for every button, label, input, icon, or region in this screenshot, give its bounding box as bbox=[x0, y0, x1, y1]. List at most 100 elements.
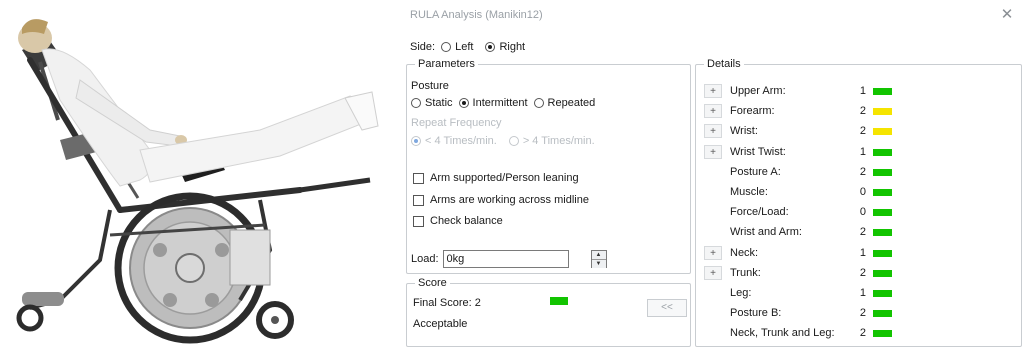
details-row-value: 1 bbox=[859, 287, 866, 299]
expand-button[interactable]: + bbox=[704, 84, 722, 98]
checkbox-icon[interactable] bbox=[413, 215, 424, 227]
load-input[interactable]: 0kg bbox=[442, 250, 569, 268]
checkbox-icon[interactable] bbox=[413, 172, 424, 184]
rula-analysis-dialog: RULA Analysis (Manikin12) ✕ Side: Left R… bbox=[398, 0, 1026, 349]
details-row: + Upper Arm: 1 bbox=[696, 83, 1021, 99]
details-row-value: 0 bbox=[859, 186, 866, 198]
score-color-bar bbox=[873, 168, 892, 176]
details-row-label: Wrist and Arm: bbox=[730, 226, 802, 239]
score-status: Acceptable bbox=[413, 318, 468, 330]
arms-across-midline-checkbox[interactable]: Arms are working across midline bbox=[413, 194, 589, 206]
load-row: Load: 0kg ▲ ▼ bbox=[411, 250, 607, 268]
radio-icon[interactable] bbox=[411, 98, 421, 108]
title-bar: RULA Analysis (Manikin12) ✕ bbox=[398, 0, 1026, 30]
load-spinner[interactable]: ▲ ▼ bbox=[590, 250, 607, 268]
parameters-legend: Parameters bbox=[415, 58, 478, 70]
side-right-radio[interactable]: Right bbox=[485, 41, 525, 53]
score-color-bar bbox=[873, 88, 892, 95]
radio-icon[interactable] bbox=[508, 136, 519, 146]
radio-selected-icon[interactable] bbox=[485, 42, 496, 52]
details-row: Posture A: 2 bbox=[696, 164, 1021, 180]
details-row-label: Posture B: bbox=[730, 307, 782, 320]
details-row-label: Trunk: bbox=[730, 266, 761, 279]
details-legend: Details bbox=[704, 58, 744, 70]
expand-button[interactable]: + bbox=[704, 104, 722, 119]
score-color-bar bbox=[873, 330, 892, 338]
posture-static-radio[interactable]: Static bbox=[411, 97, 453, 109]
radio-selected-icon[interactable] bbox=[458, 98, 469, 108]
side-selector: Side: Left Right bbox=[410, 39, 531, 55]
score-color-bar bbox=[873, 148, 892, 156]
score-color-bar bbox=[873, 229, 892, 237]
expand-button[interactable]: + bbox=[704, 245, 722, 260]
checkbox-icon[interactable] bbox=[413, 194, 424, 206]
repeat-frequency-options: < 4 Times/min. > 4 Times/min. bbox=[411, 135, 601, 147]
details-row: + Wrist: 2 bbox=[696, 123, 1021, 139]
details-row-label: Muscle: bbox=[730, 186, 768, 198]
close-icon[interactable]: ✕ bbox=[996, 5, 1018, 25]
posture-repeated-radio[interactable]: Repeated bbox=[533, 97, 595, 109]
details-group: Details + Upper Arm: 1 + Forearm: 2 + Wrist: 2 + W… bbox=[695, 58, 1022, 347]
details-row-value: 1 bbox=[859, 85, 866, 97]
posture-label: Posture bbox=[411, 80, 449, 92]
collapse-details-button[interactable]: << bbox=[647, 299, 687, 317]
repeat-frequency-label: Repeat Frequency bbox=[411, 117, 502, 129]
details-row-label: Posture A: bbox=[730, 165, 781, 178]
details-row-value: 2 bbox=[859, 307, 866, 320]
details-row-value: 2 bbox=[859, 327, 866, 340]
details-row-label: Force/Load: bbox=[730, 206, 789, 219]
radio-selected-icon[interactable] bbox=[411, 136, 421, 146]
details-row-value: 2 bbox=[859, 105, 866, 118]
details-row-label: Neck, Trunk and Leg: bbox=[730, 327, 835, 340]
score-color-bar bbox=[873, 310, 892, 318]
spin-up-icon[interactable]: ▲ bbox=[591, 251, 606, 259]
score-color-bar bbox=[873, 249, 892, 257]
side-left-radio[interactable]: Left bbox=[441, 41, 473, 53]
posture-intermittent-radio[interactable]: Intermittent bbox=[458, 97, 528, 109]
repeat-more-radio[interactable]: > 4 Times/min. bbox=[508, 135, 595, 147]
details-row: Neck, Trunk and Leg: 2 bbox=[696, 325, 1021, 341]
details-row-value: 2 bbox=[859, 125, 866, 138]
check-balance-checkbox[interactable]: Check balance bbox=[413, 215, 503, 227]
details-row-label: Leg: bbox=[730, 287, 752, 299]
score-legend: Score bbox=[415, 277, 450, 289]
3d-viewport[interactable] bbox=[0, 0, 398, 349]
score-color-bar bbox=[873, 189, 892, 196]
window-title: RULA Analysis (Manikin12) bbox=[410, 9, 543, 21]
details-row-value: 2 bbox=[859, 226, 866, 239]
details-row-value: 1 bbox=[859, 145, 866, 158]
score-color-bar bbox=[873, 290, 892, 297]
score-color-bar bbox=[873, 209, 892, 217]
details-row: + Neck: 1 bbox=[696, 245, 1021, 261]
score-color-bar bbox=[873, 269, 892, 277]
radio-icon[interactable] bbox=[533, 98, 544, 108]
expand-button[interactable]: + bbox=[704, 124, 722, 139]
side-label: Side: bbox=[410, 41, 436, 53]
details-row: Muscle: 0 bbox=[696, 184, 1021, 200]
details-row: + Trunk: 2 bbox=[696, 265, 1021, 281]
posture-options: Static Intermittent Repeated bbox=[411, 97, 601, 109]
details-row: Leg: 1 bbox=[696, 285, 1021, 301]
score-color-bar bbox=[873, 108, 892, 116]
repeat-less-radio[interactable]: < 4 Times/min. bbox=[411, 135, 497, 147]
details-row-label: Wrist Twist: bbox=[730, 145, 786, 158]
details-row-value: 1 bbox=[859, 246, 866, 259]
parameters-group: Parameters Posture Static Intermittent R… bbox=[406, 58, 691, 274]
expand-button[interactable]: + bbox=[704, 265, 722, 280]
details-row-value: 2 bbox=[859, 266, 866, 279]
spin-down-icon[interactable]: ▼ bbox=[591, 259, 606, 268]
score-color-bar bbox=[873, 128, 892, 136]
details-row-value: 2 bbox=[859, 165, 866, 178]
final-score-bar bbox=[550, 297, 568, 305]
radio-icon[interactable] bbox=[441, 42, 452, 52]
details-row: Posture B: 2 bbox=[696, 305, 1021, 321]
details-row-label: Upper Arm: bbox=[730, 85, 786, 97]
arm-supported-checkbox[interactable]: Arm supported/Person leaning bbox=[413, 172, 579, 184]
details-row: Force/Load: 0 bbox=[696, 204, 1021, 220]
details-row-value: 0 bbox=[859, 206, 866, 219]
details-row-label: Neck: bbox=[730, 246, 759, 259]
details-row-label: Forearm: bbox=[730, 105, 775, 118]
manikin-wheelchair-illustration bbox=[16, 19, 379, 344]
expand-button[interactable]: + bbox=[704, 144, 722, 159]
details-row: + Wrist Twist: 1 bbox=[696, 144, 1021, 160]
